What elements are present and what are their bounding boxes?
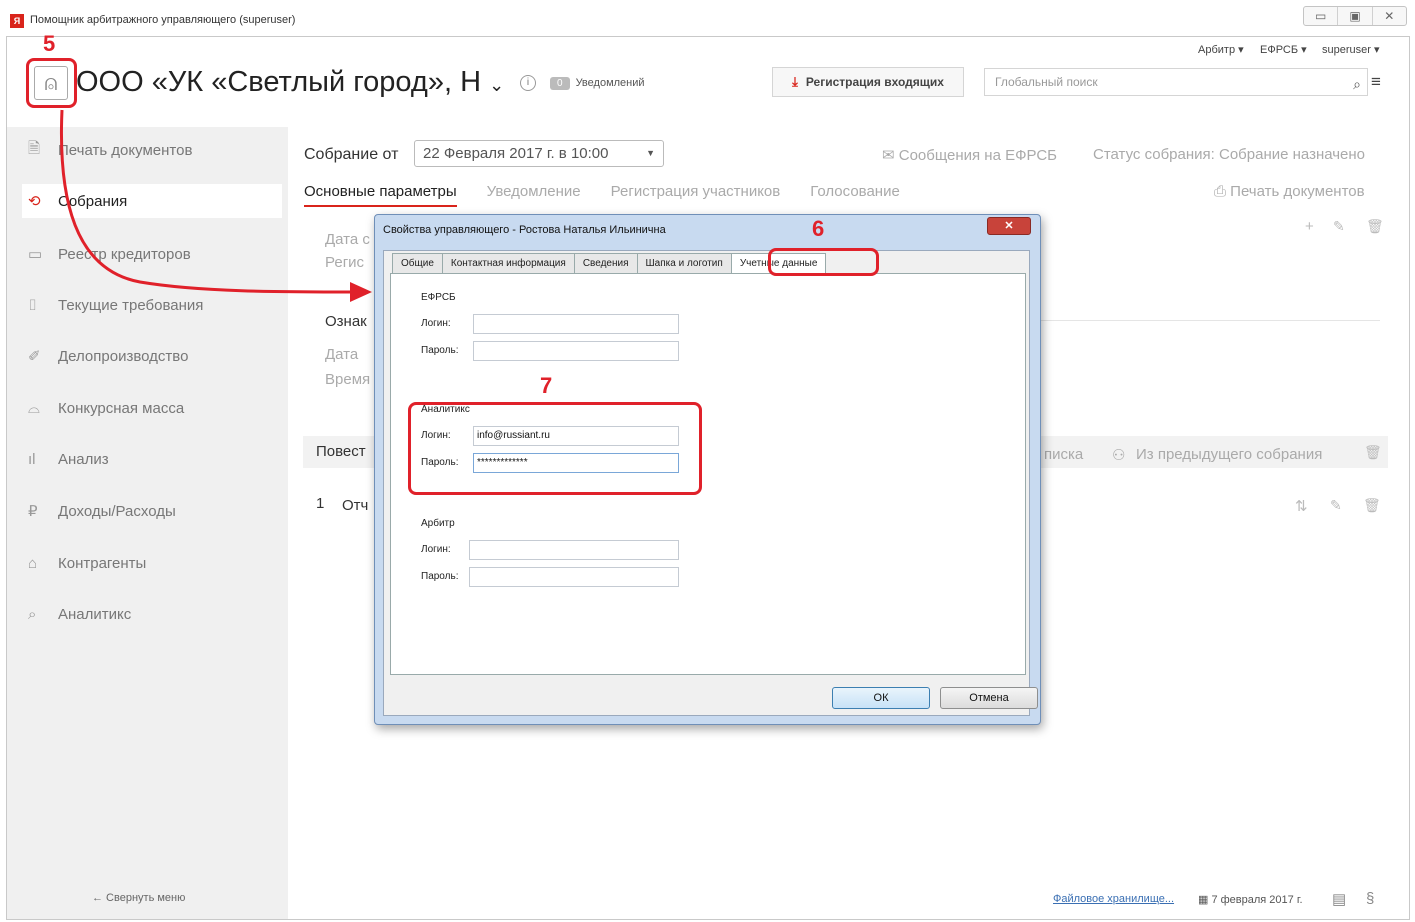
efrsb-login-input[interactable] [473,314,679,334]
arbitr-password-input[interactable] [469,567,679,587]
annotation-frame-credentials-tab [768,248,879,276]
tab-voting[interactable]: Голосование [810,183,900,207]
annotation-number-7: 7 [540,373,553,398]
dialog-tabs: Общие Контактная информация Сведения Шап… [392,253,827,273]
printer-icon: ⎙ [1214,183,1231,200]
bg-label-time: Время [325,371,371,388]
annotation-number-6: 6 [812,216,825,241]
trash-icon[interactable]: 🗑 [1364,444,1382,461]
tab-participants[interactable]: Регистрация участников [611,183,781,207]
print-docs-label: Печать документов [1230,183,1365,200]
arbitr-password-label: Пароль: [421,571,459,582]
dialog-title: Свойства управляющего - Ростова Наталья … [383,224,666,236]
efrsb-password-label: Пароль: [421,345,459,356]
bg-label-date-2: Дата [325,346,359,363]
trash-icon[interactable]: 🗑 [1366,218,1384,235]
dialog-close-button[interactable]: ✕ [987,217,1031,235]
section-icon[interactable]: § [1366,890,1374,907]
print-docs-link[interactable]: ⎙ Печать документов [1214,183,1365,200]
agenda-title: Повест [316,443,366,460]
group-arbitr-title: Арбитр [421,518,455,529]
tab-notification[interactable]: Уведомление [487,183,581,207]
meeting-status: Статус собрания: Собрание назначено [1093,146,1366,163]
trash-icon[interactable]: 🗑 [1363,497,1381,514]
group-efrsb-title: ЕФРСБ [421,292,456,303]
divider [1040,320,1380,321]
footer-date-text: 7 февраля 2017 г. [1211,894,1303,906]
footer-date: ▦ 7 февраля 2017 г. [1198,893,1303,906]
meeting-label: Собрание от [304,146,399,163]
tab-header-logo[interactable]: Шапка и логотип [636,253,732,273]
arbitr-login-label: Логин: [421,544,451,555]
tab-main-params[interactable]: Основные параметры [304,183,457,207]
calculator-icon[interactable]: ▤ [1332,890,1346,908]
file-storage-link[interactable]: Файловое хранилище... [1053,893,1174,905]
tab-details[interactable]: Сведения [573,253,638,273]
efrsb-messages-link[interactable]: ✉ Сообщения на ЕФРСБ [882,146,1057,164]
calendar-icon: ▦ [1198,894,1212,906]
add-icon[interactable]: + [1305,218,1314,235]
efrsb-login-label: Логин: [421,318,451,329]
bg-label-date: Дата с [325,231,370,248]
arbitr-login-input[interactable] [469,540,679,560]
people-icon: ⚇ [1112,447,1126,464]
ok-button[interactable]: ОК [832,687,930,709]
meeting-tabs: Основные параметры Уведомление Регистрац… [304,183,930,207]
caret-down-icon: ▼ [646,148,655,158]
annotation-frame-analytics [408,402,702,495]
meeting-date-value: 22 Февраля 2017 г. в 10:00 [423,145,609,162]
sort-icon[interactable]: ⇅ [1295,497,1308,515]
edit-icon[interactable]: ✎ [1333,218,1345,235]
tab-contact-info[interactable]: Контактная информация [441,253,575,273]
agenda-item-number: 1 [316,495,325,512]
efrsb-password-input[interactable] [473,341,679,361]
bg-label-familiarization: Ознак [325,313,367,330]
agenda-item-text: Отч [342,497,369,514]
bg-label-registration: Регис [325,254,365,271]
edit-icon[interactable]: ✎ [1330,497,1342,514]
from-previous-meeting-link[interactable]: Из предыдущего собрания [1136,446,1322,463]
meeting-date-select[interactable]: 22 Февраля 2017 г. в 10:00 ▼ [414,140,664,167]
cancel-button[interactable]: Отмена [940,687,1038,709]
from-list-link[interactable]: писка [1044,446,1083,463]
tab-general[interactable]: Общие [392,253,443,273]
